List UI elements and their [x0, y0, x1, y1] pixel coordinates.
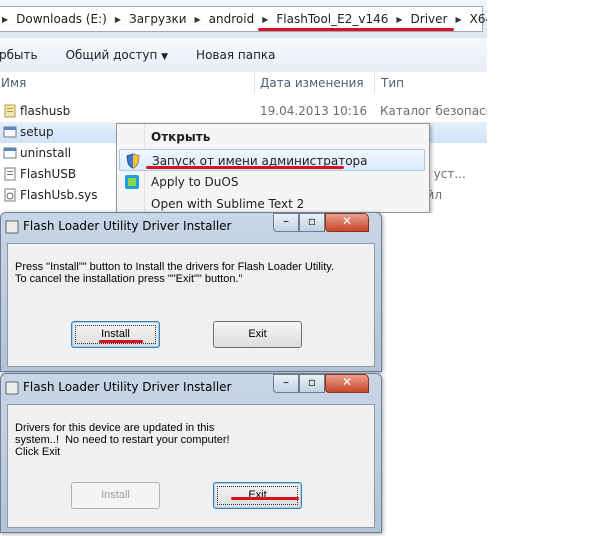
file-row-flashusb[interactable]: flashusb 19.04.2013 10:16 Каталог безопа… [0, 101, 487, 122]
install-button: Install [71, 482, 160, 509]
file-name: FlashUsb.sys [20, 188, 98, 202]
system-file-icon [4, 188, 16, 202]
column-divider[interactable] [374, 72, 375, 94]
exit-button[interactable]: Exit [213, 321, 302, 348]
address-bar: ▶ Downloads (E:) ▶ Загрузки ▶ android ▶ … [0, 0, 487, 39]
installer-dialog-done: Flash Loader Utility Driver Installer – … [0, 373, 382, 533]
breadcrumb-item[interactable]: Загрузки [126, 12, 190, 26]
maximize-icon: ▫ [307, 375, 317, 389]
install-label: Install [101, 489, 130, 501]
focus-ring [217, 486, 298, 505]
chevron-down-icon: ▼ [161, 52, 169, 62]
column-name[interactable]: Имя [1, 76, 26, 90]
breadcrumb-separator-icon[interactable]: ▶ [257, 15, 273, 24]
dialog-client-area: Drivers for this device are updated in t… [7, 404, 375, 528]
breadcrumb-separator-icon[interactable]: ▶ [391, 15, 407, 24]
menu-item-label: Apply to DuOS [151, 175, 239, 189]
close-icon: ✕ [341, 214, 353, 228]
column-divider[interactable] [254, 72, 255, 94]
breadcrumb-item[interactable]: FlashTool_E2_v146 [273, 12, 391, 26]
breadcrumb-item[interactable]: X64 [467, 12, 487, 26]
app-icon [5, 381, 19, 395]
menu-item-label: Open with Sublime Text 2 [151, 197, 305, 211]
breadcrumb-separator-icon[interactable]: ▶ [190, 15, 206, 24]
file-name: FlashUSB [20, 167, 77, 181]
catalog-file-icon [4, 104, 16, 118]
exit-label: Exit [248, 328, 267, 340]
close-button[interactable]: ✕ [325, 374, 369, 393]
dialog-client-area: Press "Install"" button to Install the d… [7, 243, 375, 367]
setup-info-icon [4, 167, 16, 181]
file-type: Каталог безопасн... [380, 104, 487, 118]
dialog-message: Drivers for this device are updated in t… [15, 422, 230, 458]
column-headers: Имя Дата изменения Тип [0, 72, 487, 94]
explorer-window: ▶ Downloads (E:) ▶ Загрузки ▶ android ▶ … [0, 0, 487, 213]
dialog-title: Flash Loader Utility Driver Installer [23, 219, 232, 233]
toolbar-open-button[interactable]: рбыть [0, 48, 66, 62]
highlight-underline [258, 28, 454, 31]
breadcrumb-separator-icon[interactable]: ▶ [110, 15, 126, 24]
minimize-button[interactable]: – [273, 374, 299, 393]
minimize-icon: – [283, 375, 289, 389]
app-icon [5, 220, 19, 234]
file-date: 19.04.2013 10:16 [260, 104, 368, 118]
maximize-button[interactable]: ▫ [299, 374, 325, 393]
exit-button[interactable]: Exit [213, 482, 302, 509]
dialog-title: Flash Loader Utility Driver Installer [23, 380, 232, 394]
highlight-underline [231, 497, 299, 500]
install-button[interactable]: Install [71, 321, 160, 348]
menu-item-open[interactable]: Открыть [119, 126, 425, 148]
highlight-underline [99, 340, 143, 343]
maximize-button[interactable]: ▫ [299, 213, 325, 232]
minimize-icon: – [283, 214, 289, 228]
breadcrumb-item[interactable]: Downloads (E:) [13, 12, 110, 26]
close-button[interactable]: ✕ [325, 213, 369, 232]
menu-item-label: Открыть [151, 130, 211, 144]
file-name: setup [20, 125, 54, 139]
menu-item-open-sublime[interactable]: Open with Sublime Text 2 [119, 193, 425, 212]
breadcrumb-separator-icon: ▶ [2, 14, 9, 24]
toolbar: рбыть Общий доступ ▼ Новая папка [0, 38, 487, 73]
column-date[interactable]: Дата изменения [260, 76, 364, 90]
duos-icon [125, 175, 139, 189]
shield-icon [126, 153, 140, 169]
file-name: flashusb [20, 104, 71, 118]
file-name: uninstall [20, 146, 72, 160]
share-label: Общий доступ [65, 48, 158, 62]
installer-dialog: Flash Loader Utility Driver Installer – … [0, 212, 382, 372]
breadcrumb-separator-icon[interactable]: ▶ [450, 15, 466, 24]
highlight-underline [146, 166, 344, 169]
application-icon [3, 126, 17, 138]
column-type[interactable]: Тип [381, 76, 404, 90]
new-folder-button[interactable]: Новая папка [196, 48, 289, 62]
minimize-button[interactable]: – [273, 213, 299, 232]
breadcrumb-item[interactable]: android [206, 12, 258, 26]
menu-item-apply-duos[interactable]: Apply to DuOS [119, 171, 425, 193]
share-button[interactable]: Общий доступ ▼ [66, 48, 196, 62]
close-icon: ✕ [341, 375, 353, 389]
dialog-message: Press "Install"" button to Install the d… [15, 261, 335, 285]
breadcrumb-item[interactable]: Driver [408, 12, 451, 26]
maximize-icon: ▫ [307, 214, 317, 228]
application-icon [3, 147, 17, 159]
